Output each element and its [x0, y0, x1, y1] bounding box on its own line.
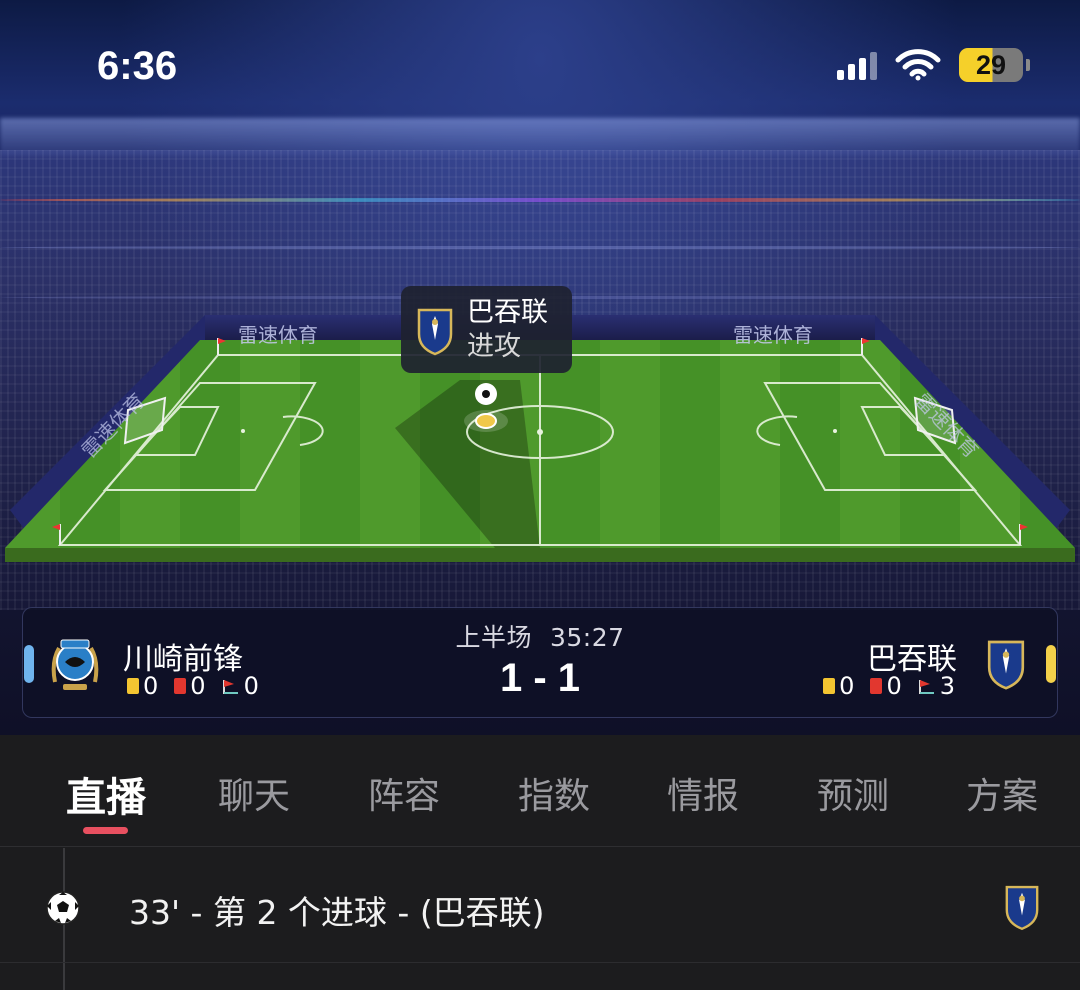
- battery-icon: 29: [959, 48, 1030, 82]
- tab-odds[interactable]: 指数: [518, 767, 590, 819]
- stand-tier: [0, 246, 1080, 249]
- bg-pathum-crest-icon: [417, 308, 453, 355]
- period-label: 上半场: [455, 623, 532, 652]
- yellow-card-icon: [823, 678, 836, 694]
- active-tab-indicator: [83, 827, 128, 834]
- match-tabs: 直播 聊天 阵容 指数 情报 预测 方案: [0, 735, 1080, 847]
- live-events: 33' - 第 2 个进球 - (巴吞联): [0, 848, 1080, 990]
- corner-flag-icon: [918, 680, 934, 694]
- battery-level: 29: [959, 48, 1023, 82]
- tab-intel[interactable]: 情报: [667, 767, 739, 819]
- tab-chat[interactable]: 聊天: [218, 767, 290, 819]
- ad-board-text: 雷速体育: [238, 323, 318, 347]
- away-red-cards: 0: [886, 672, 902, 700]
- ad-board-text: 雷速体育: [733, 323, 813, 347]
- wifi-icon: [895, 49, 941, 81]
- event-text: 33' - 第 2 个进球 - (巴吞联): [129, 893, 545, 932]
- bg-pathum-crest-icon: [1005, 885, 1039, 931]
- tab-live[interactable]: 直播: [66, 765, 146, 823]
- status-time: 6:36: [97, 44, 178, 88]
- match-clock: 35:27: [549, 623, 625, 652]
- tab-plans[interactable]: 方案: [966, 767, 1038, 819]
- bg-pathum-crest-icon: [987, 640, 1025, 690]
- event-row[interactable]: 33' - 第 2 个进球 - (巴吞联): [0, 848, 1080, 963]
- soccer-ball-icon: [46, 891, 80, 925]
- away-yellow-cards: 0: [839, 672, 855, 700]
- stadium-view: 6:36 29 雷速体育 雷速体育 雷速体育 雷速体育 巴吞联 进攻 川崎前锋 …: [0, 0, 1080, 735]
- tab-prediction[interactable]: 预测: [817, 767, 889, 819]
- tooltip-action: 进攻: [467, 330, 521, 362]
- attack-tooltip: 巴吞联 进攻: [401, 286, 572, 373]
- stand-tier: [0, 198, 1080, 202]
- away-stats: 0 0 3: [823, 672, 955, 700]
- red-card-icon: [870, 678, 883, 694]
- tab-lineup[interactable]: 阵容: [368, 767, 440, 819]
- scoreboard: 川崎前锋 0 0 0 上半场 35:27 1 - 1 巴吞联 0 0 3: [22, 607, 1058, 718]
- tooltip-team: 巴吞联: [467, 296, 548, 328]
- away-corners: 3: [939, 672, 955, 700]
- status-icons: 29: [837, 48, 1030, 82]
- cellular-signal-icon: [837, 50, 877, 80]
